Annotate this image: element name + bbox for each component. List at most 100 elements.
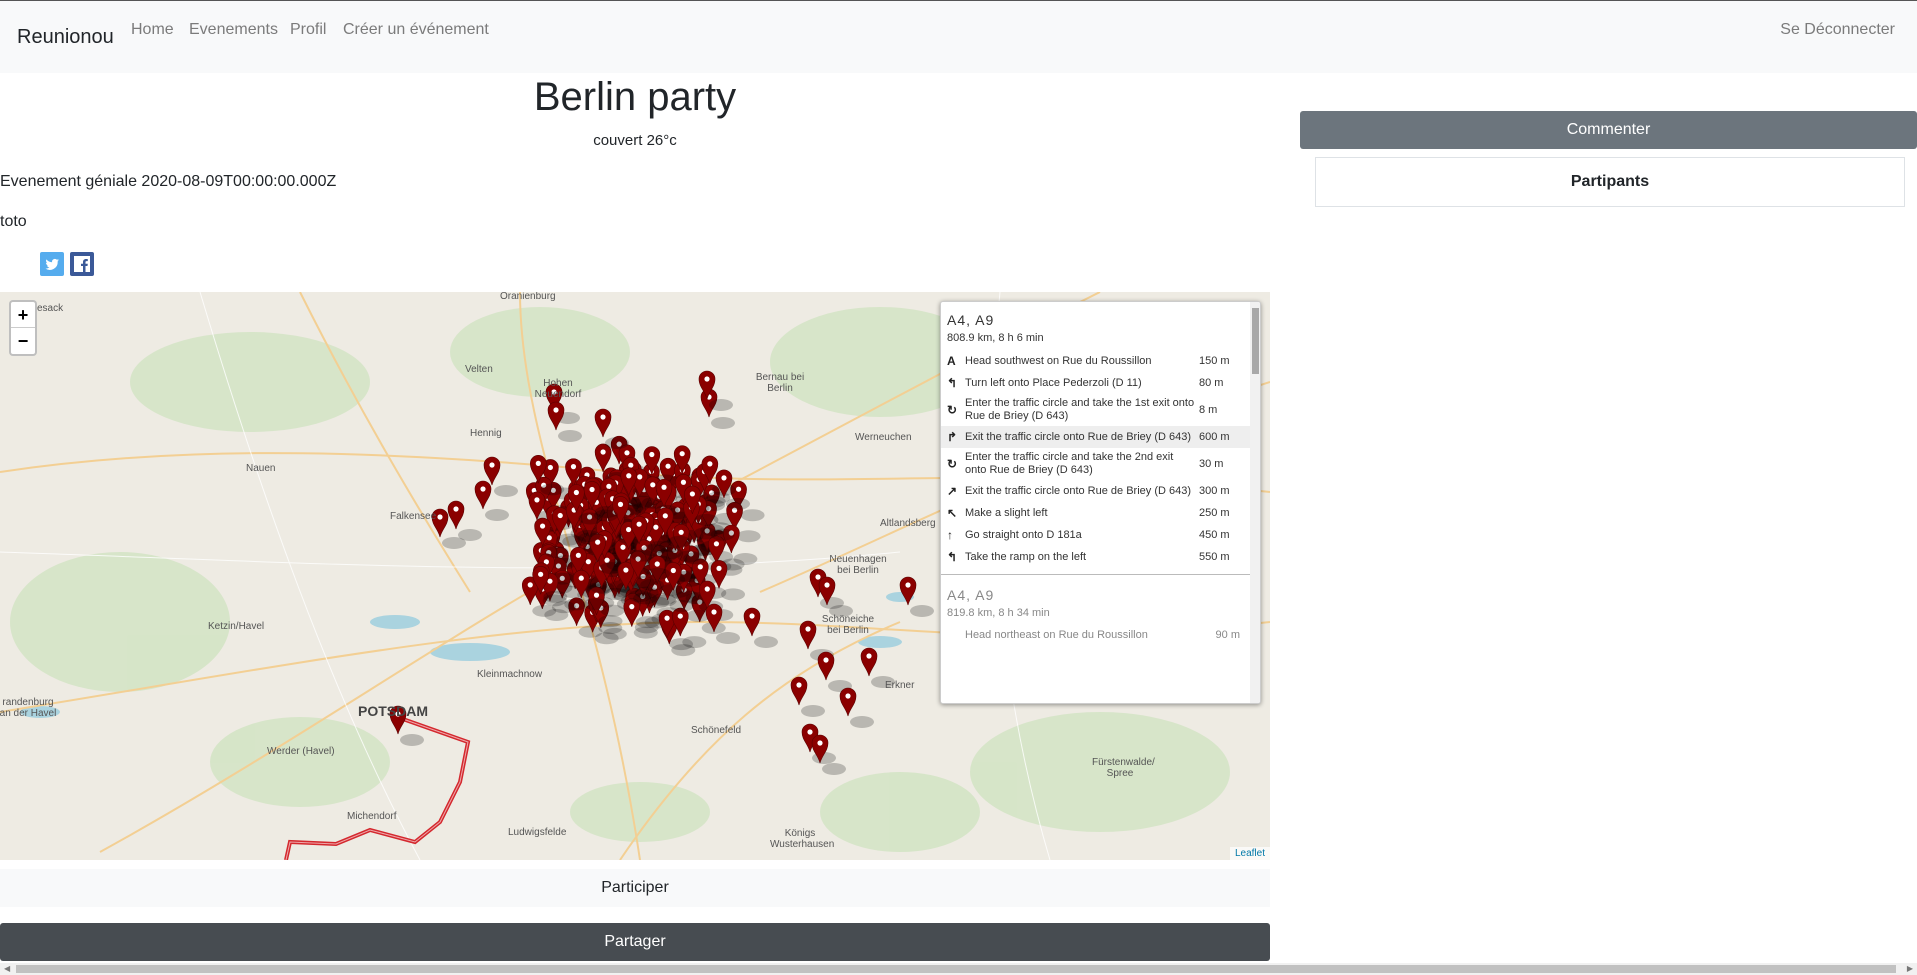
- instruction-distance: 450 m: [1199, 529, 1230, 541]
- routing-panel[interactable]: A4, A9 808.9 km, 8 h 6 min A Head southwe…: [940, 301, 1261, 704]
- direction-icon: ↻: [947, 457, 958, 471]
- instruction-text: Take the ramp on the left: [965, 550, 1087, 563]
- map-label: Hohen Neuendorf: [534, 378, 582, 400]
- map-label: Königs Wusterhausen: [770, 828, 835, 850]
- map-label: Altlandsberg: [880, 518, 936, 529]
- map-label: Schöneiche bei Berlin: [821, 614, 875, 636]
- scroll-thumb[interactable]: [16, 965, 1896, 973]
- map-label: randenburg an der Havel: [0, 697, 57, 719]
- comment-button[interactable]: Commenter: [1300, 111, 1917, 149]
- direction-icon: ↻: [947, 403, 958, 417]
- map-label: Erkner: [885, 680, 915, 691]
- map-marker[interactable]: [790, 676, 808, 706]
- navbar: Reunionou Home Evenements Profil Créer u…: [0, 0, 1917, 73]
- map-label: Ketzin/Havel: [208, 621, 265, 632]
- instruction-text: Head southwest on Rue du Roussillon: [965, 354, 1152, 367]
- nav-profil[interactable]: Profil: [290, 21, 326, 39]
- facebook-share-button[interactable]: [70, 252, 94, 276]
- instruction-text: Make a slight left: [965, 506, 1048, 519]
- event-description: Evenement géniale 2020-08-09T00:00:00.00…: [0, 173, 337, 190]
- map-marker[interactable]: [447, 500, 465, 530]
- alt-route-summary: 819.8 km, 8 h 34 min: [947, 607, 1050, 619]
- map-label: esack: [37, 303, 64, 314]
- map-marker[interactable]: [817, 651, 835, 681]
- map-marker[interactable]: [860, 647, 878, 677]
- participate-button[interactable]: Participer: [0, 869, 1270, 907]
- map-marker[interactable]: [743, 607, 761, 637]
- map-marker[interactable]: [483, 456, 501, 486]
- instruction-text: Enter the traffic circle and take the 2n…: [965, 451, 1174, 476]
- route-instruction[interactable]: ↰ Take the ramp on the left 550 m: [941, 546, 1260, 568]
- routing-scrollbar[interactable]: [1250, 302, 1260, 703]
- direction-icon: ↱: [947, 430, 958, 444]
- alt-route-name[interactable]: A4, A9: [941, 575, 1260, 603]
- zoom-in-button[interactable]: +: [11, 302, 35, 328]
- twitter-share-button[interactable]: [40, 252, 64, 276]
- horizontal-scrollbar[interactable]: ◀ ▶: [0, 963, 1917, 975]
- route-instruction[interactable]: ↖ Make a slight left 250 m: [941, 502, 1260, 524]
- event-weather: couvert 26°c: [593, 132, 677, 149]
- event-owner: toto: [0, 213, 27, 230]
- instruction-distance: 250 m: [1199, 507, 1230, 519]
- direction-icon: ↰: [947, 550, 958, 564]
- direction-icon: ↗: [947, 484, 958, 498]
- map-label: Velten: [465, 364, 493, 375]
- share-button[interactable]: Partager: [0, 923, 1270, 961]
- map-label: Werneuchen: [855, 432, 912, 443]
- direction-icon: ↑: [947, 528, 953, 542]
- brand[interactable]: Reunionou: [17, 26, 114, 49]
- logout-link[interactable]: Se Déconnecter: [1780, 21, 1895, 39]
- instruction-distance: 600 m: [1199, 431, 1230, 443]
- instruction-distance: 30 m: [1199, 458, 1224, 470]
- nav-evenements[interactable]: Evenements: [189, 21, 278, 39]
- map-label: Michendorf: [347, 811, 397, 822]
- event-title: Berlin party: [533, 75, 737, 119]
- map-label: Hennig: [470, 428, 502, 439]
- event-map[interactable]: Oranienburg Hohen Neuendorf Bernau bei B…: [0, 292, 1270, 860]
- map-label: Fürstenwalde/ Spree: [1092, 757, 1155, 779]
- zoom-control: + −: [9, 300, 37, 356]
- route-summary: 808.9 km, 8 h 6 min: [947, 332, 1044, 344]
- instruction-text: Turn left onto Place Pederzoli (D 11): [965, 376, 1142, 389]
- route-name: A4, A9: [947, 312, 995, 328]
- route-instruction[interactable]: ↰ Turn left onto Place Pederzoli (D 11) 80…: [941, 372, 1260, 394]
- zoom-out-button[interactable]: −: [11, 328, 35, 354]
- map-marker[interactable]: [474, 480, 492, 510]
- map-label: Bernau bei Berlin: [755, 372, 805, 394]
- nav-home[interactable]: Home: [131, 21, 174, 39]
- route-instruction[interactable]: ↗ Exit the traffic circle onto Rue de Bri…: [941, 480, 1260, 502]
- map-marker[interactable]: [547, 401, 565, 431]
- route-instructions: A Head southwest on Rue du Roussillon 150 …: [941, 350, 1260, 568]
- instruction-text: Exit the traffic circle onto Rue de Brie…: [965, 484, 1192, 497]
- instruction-distance: 550 m: [1199, 551, 1230, 563]
- map-label: Oranienburg: [500, 292, 556, 302]
- scroll-right-icon[interactable]: ▶: [1907, 964, 1913, 973]
- instruction-distance: 80 m: [1199, 377, 1224, 389]
- instruction-text: Enter the traffic circle and take the 1s…: [965, 397, 1195, 422]
- facebook-icon: [74, 256, 90, 272]
- direction-icon: ↰: [947, 376, 958, 390]
- map-marker[interactable]: [839, 687, 857, 717]
- route-instruction[interactable]: ↱ Exit the traffic circle onto Rue de Bri…: [941, 426, 1260, 448]
- alt-route-instruction: Head northeast on Rue du Roussillon 90 m: [965, 629, 1240, 641]
- twitter-icon: [45, 258, 59, 270]
- route-instruction[interactable]: ↻ Enter the traffic circle and take the 2…: [941, 448, 1260, 480]
- map-label: Neuenhagen bei Berlin: [829, 554, 887, 576]
- map-label: Kleinmachnow: [477, 669, 543, 680]
- route-instruction[interactable]: ↑ Go straight onto D 181a 450 m: [941, 524, 1260, 546]
- instruction-distance: 300 m: [1199, 485, 1230, 497]
- instruction-distance: 8 m: [1199, 404, 1218, 416]
- map-label: Werder (Havel): [267, 746, 335, 757]
- map-label: POTSDAM: [358, 703, 428, 719]
- map-marker[interactable]: [799, 620, 817, 650]
- map-label: Nauen: [246, 463, 276, 474]
- scroll-left-icon[interactable]: ◀: [4, 964, 10, 973]
- map-marker[interactable]: [594, 443, 612, 473]
- nav-create-event[interactable]: Créer un événement: [343, 21, 489, 39]
- map-label: Ludwigsfelde: [508, 827, 567, 838]
- map-attribution[interactable]: Leaflet: [1229, 847, 1270, 860]
- map-marker[interactable]: [594, 408, 612, 438]
- route-instruction[interactable]: ↻ Enter the traffic circle and take the 1…: [941, 394, 1260, 426]
- map-label: Falkensee: [390, 511, 437, 522]
- route-instruction[interactable]: A Head southwest on Rue du Roussillon 150 …: [941, 350, 1260, 372]
